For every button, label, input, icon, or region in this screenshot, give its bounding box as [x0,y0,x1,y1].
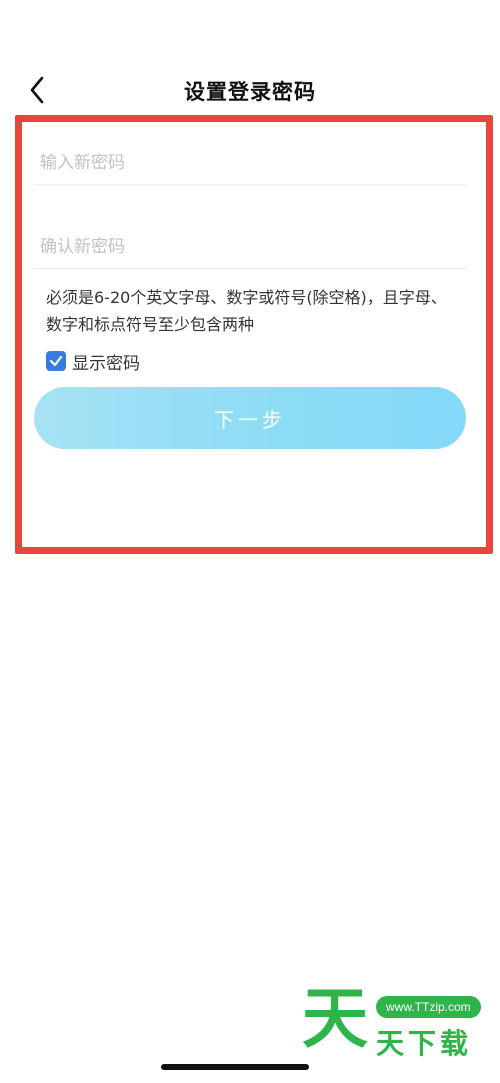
nav-bar: 设置登录密码 [0,60,500,120]
watermark-big-char: 天 [302,980,368,1057]
new-password-input[interactable] [34,144,472,182]
watermark-logo: 天 www.TTzip.com 天下载 [302,984,492,1060]
confirm-password-input[interactable] [34,228,472,266]
show-password-toggle[interactable]: 显示密码 [46,348,140,374]
watermark-text: 天下载 [376,1027,473,1060]
password-rule-hint: 必须是6-20个英文字母、数字或符号(除空格)，且字母、数字和标点符号至少包含两… [46,288,447,334]
page-title: 设置登录密码 [184,80,316,104]
new-password-field[interactable] [34,144,472,185]
home-indicator[interactable] [161,1064,309,1070]
checkmark-icon [49,355,63,367]
show-password-checkbox[interactable] [46,351,66,371]
watermark-url: www.TTzip.com [376,996,481,1018]
next-step-button[interactable]: 下一步 [34,387,466,449]
show-password-label: 显示密码 [72,353,140,374]
confirm-password-field[interactable] [34,228,472,269]
